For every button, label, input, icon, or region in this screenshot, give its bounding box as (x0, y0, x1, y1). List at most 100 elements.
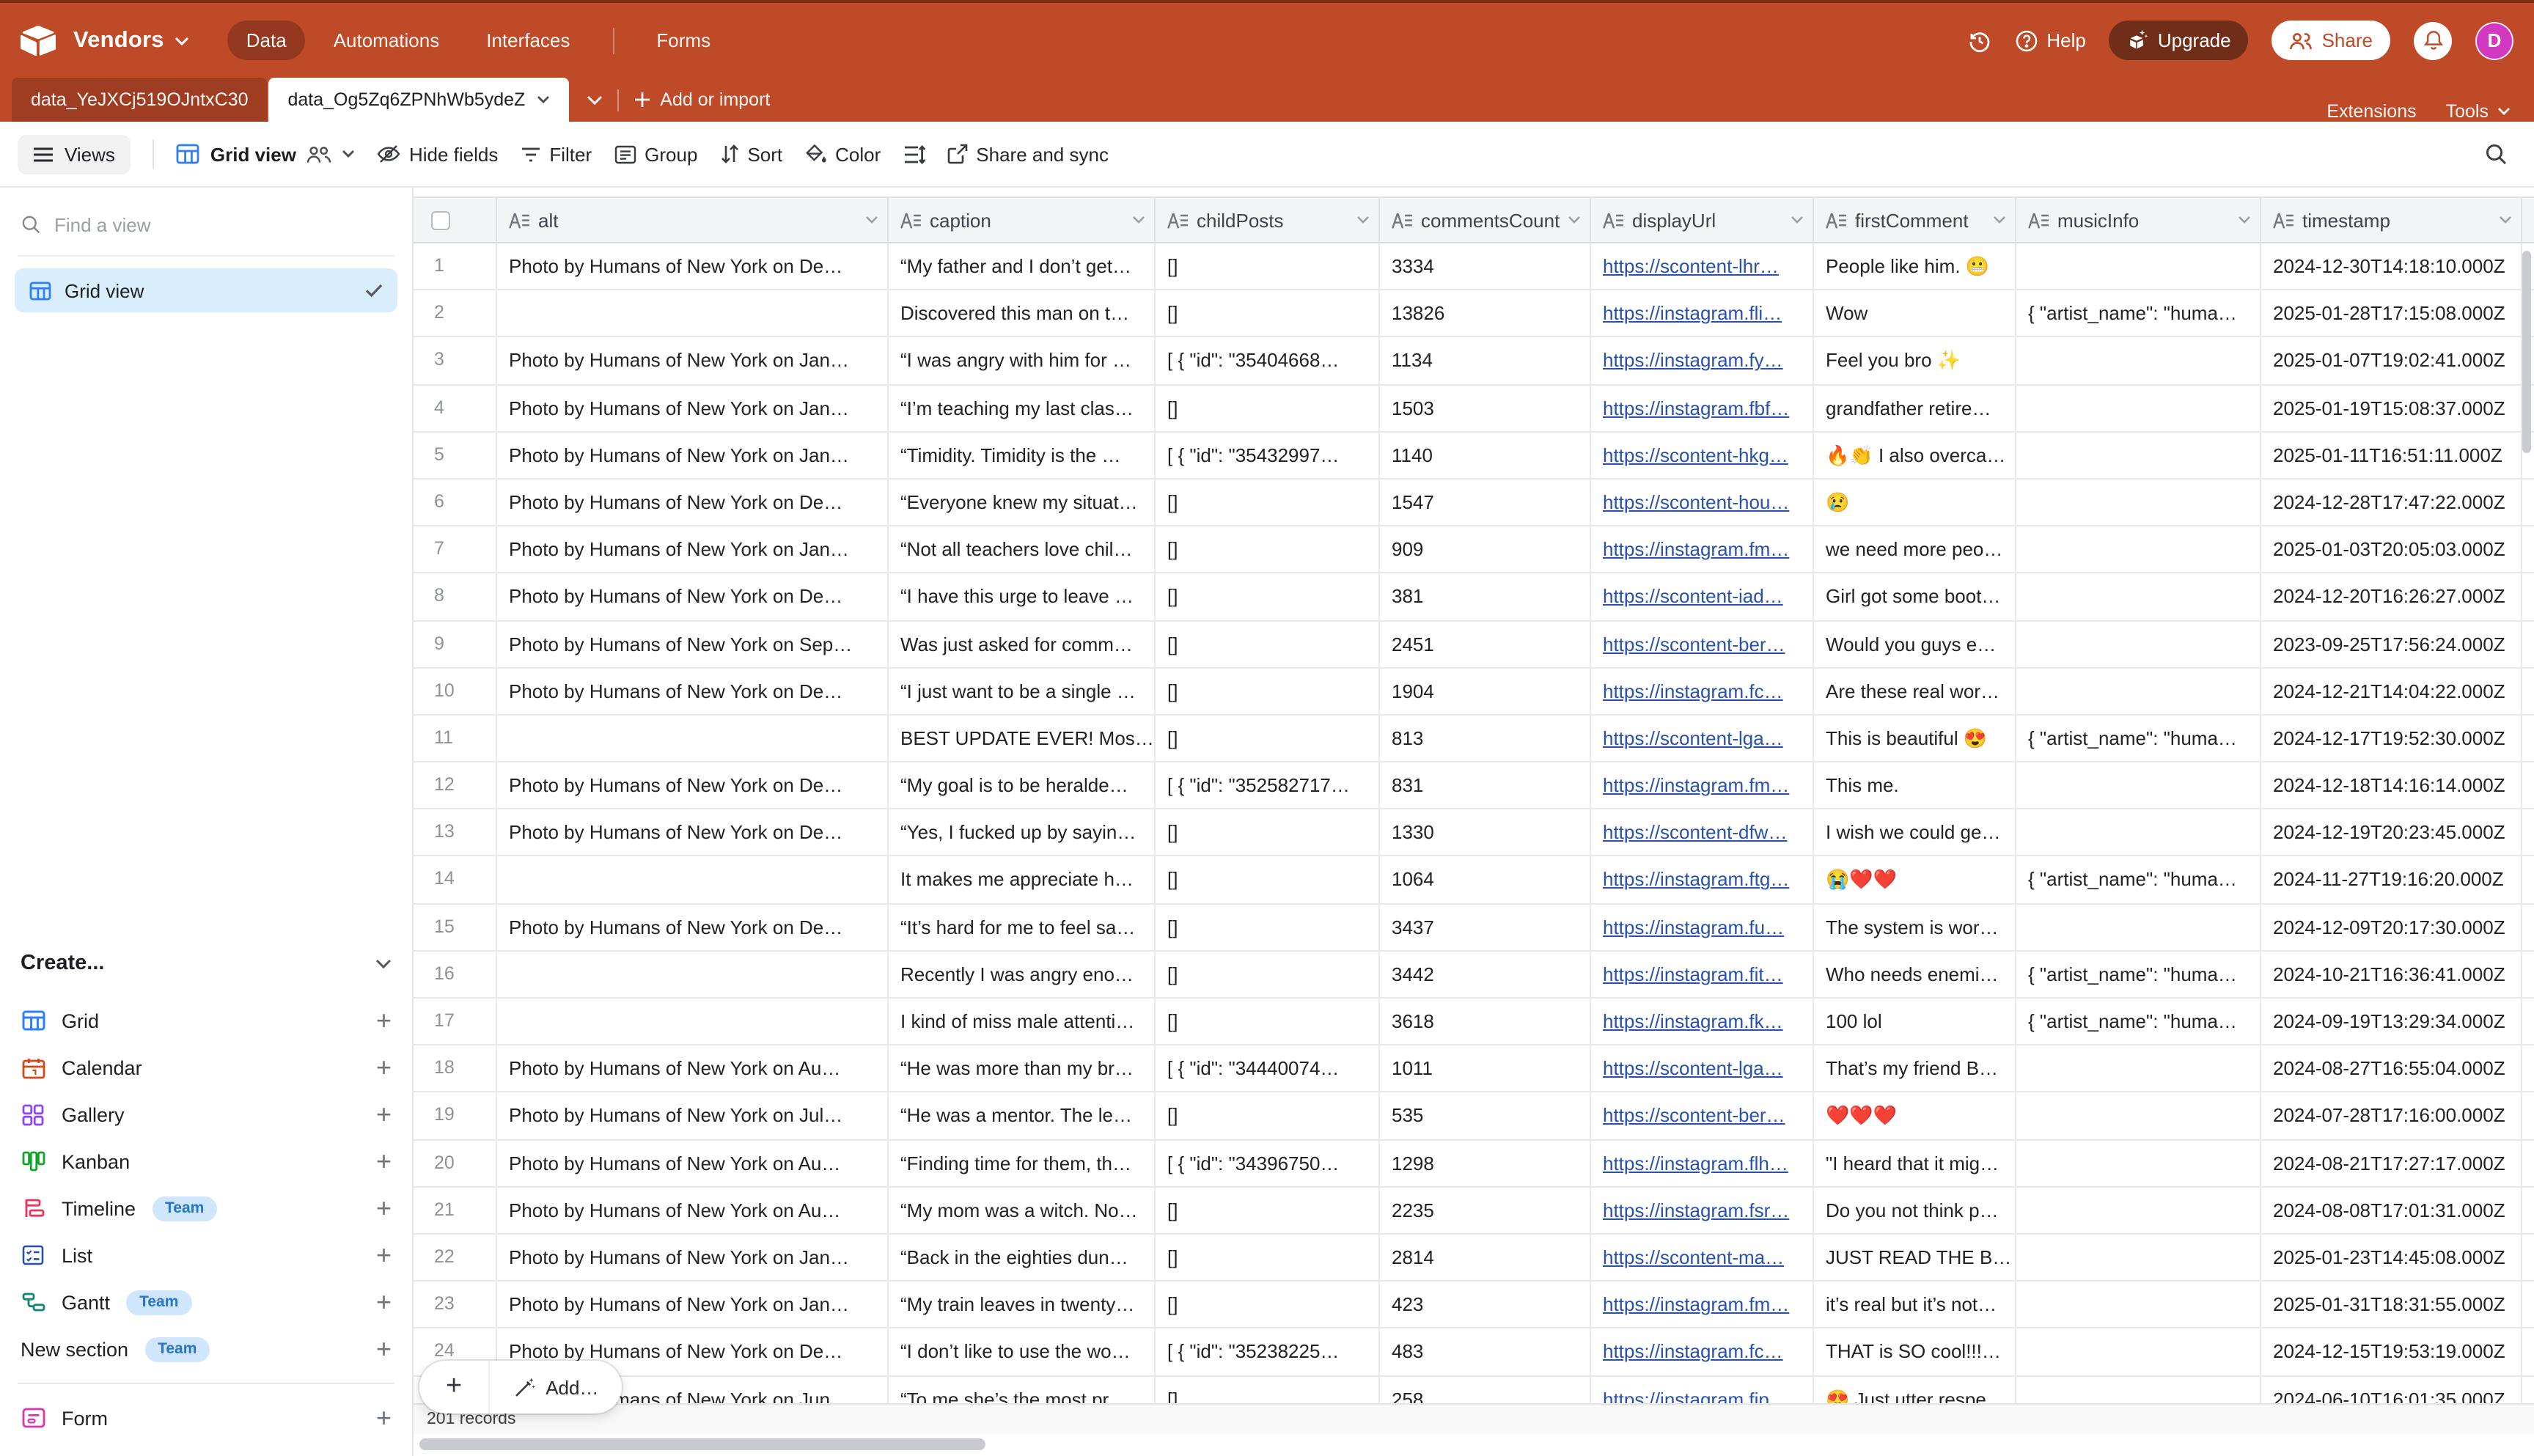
cell-childPosts[interactable]: [] (1156, 1188, 1380, 1233)
history-button[interactable] (1967, 29, 1991, 52)
horizontal-scrollbar[interactable] (419, 1438, 985, 1450)
url-link[interactable]: https://scontent-lga… (1603, 1057, 1783, 1079)
cell-timestamp[interactable]: 2024-10-21T16:36:41.000Z (2261, 952, 2522, 997)
add-record-button[interactable]: + (419, 1361, 490, 1413)
cell-caption[interactable]: “He was more than my br… (889, 1045, 1156, 1091)
cell-childPosts[interactable]: [] (1156, 290, 1380, 336)
cell-firstComment[interactable]: People like him. 😬 (1814, 243, 2016, 289)
url-link[interactable]: https://scontent-hkg… (1603, 444, 1788, 466)
cell-timestamp[interactable]: 2024-12-19T20:23:45.000Z (2261, 810, 2522, 856)
cell-timestamp[interactable]: 2024-12-17T19:52:30.000Z (2261, 716, 2522, 761)
cell-musicInfo[interactable]: { "artist_name": "huma… (2016, 857, 2261, 902)
cell-childPosts[interactable]: [] (1156, 810, 1380, 856)
create-item-gantt[interactable]: GanttTeam+ (0, 1279, 412, 1326)
cell-alt[interactable]: Photo by Humans of New York on Jan… (497, 433, 889, 478)
plus-icon[interactable]: + (376, 1336, 392, 1362)
cell-timestamp[interactable]: 2025-01-19T15:08:37.000Z (2261, 385, 2522, 430)
cell-caption[interactable]: “Back in the eighties dun… (889, 1235, 1156, 1280)
cell-firstComment[interactable]: Wow (1814, 290, 2016, 336)
cell-displayUrl[interactable]: https://instagram.fy… (1591, 338, 1814, 383)
cell-childPosts[interactable]: [] (1156, 526, 1380, 572)
cell-musicInfo[interactable] (2016, 1093, 2261, 1139)
cell-displayUrl[interactable]: https://scontent-lhr… (1591, 243, 1814, 289)
cell-musicInfo[interactable] (2016, 1188, 2261, 1233)
cell-firstComment[interactable]: Would you guys e… (1814, 621, 2016, 666)
cell-timestamp[interactable]: 2024-12-20T16:26:27.000Z (2261, 574, 2522, 619)
cell-commentsCount[interactable]: 1011 (1380, 1045, 1591, 1091)
cell-caption[interactable]: “To me she’s the most pr… (889, 1376, 1156, 1403)
cell-firstComment[interactable]: Do you not think p… (1814, 1188, 2016, 1233)
cell-caption[interactable]: BEST UPDATE EVER! Mos… (889, 716, 1156, 761)
cell-firstComment[interactable]: That’s my friend B… (1814, 1045, 2016, 1091)
cell-firstComment[interactable]: This me. (1814, 762, 2016, 808)
url-link[interactable]: https://scontent-lhr… (1603, 255, 1779, 277)
cell-timestamp[interactable]: 2025-01-31T18:31:55.000Z (2261, 1282, 2522, 1327)
cell-musicInfo[interactable] (2016, 433, 2261, 478)
hide-fields-button[interactable]: Hide fields (377, 143, 498, 165)
cell-commentsCount[interactable]: 1140 (1380, 433, 1591, 478)
cell-firstComment[interactable]: 😢 (1814, 479, 2016, 525)
cell-timestamp[interactable]: 2024-12-18T14:16:14.000Z (2261, 762, 2522, 808)
plus-icon[interactable]: + (376, 1007, 392, 1034)
cell-caption[interactable]: “He was a mentor. The le… (889, 1093, 1156, 1139)
url-link[interactable]: https://instagram.fjp… (1603, 1388, 1788, 1403)
cell-timestamp[interactable]: 2025-01-07T19:02:41.000Z (2261, 338, 2522, 383)
cell-caption[interactable]: “My goal is to be heralde… (889, 762, 1156, 808)
cell-alt[interactable]: Photo by Humans of New York on Jan… (497, 338, 889, 383)
cell-childPosts[interactable]: [] (1156, 952, 1380, 997)
cell-caption[interactable]: Recently I was angry eno… (889, 952, 1156, 997)
view-switcher[interactable]: Grid view (177, 143, 355, 165)
search-button[interactable] (2484, 142, 2508, 166)
url-link[interactable]: https://instagram.fk… (1603, 1010, 1783, 1032)
cell-displayUrl[interactable]: https://scontent-dfw… (1591, 810, 1814, 856)
cell-firstComment[interactable]: 100 lol (1814, 999, 2016, 1044)
cell-commentsCount[interactable]: 3618 (1380, 999, 1591, 1044)
cell-musicInfo[interactable] (2016, 1329, 2261, 1375)
cell-musicInfo[interactable] (2016, 1045, 2261, 1091)
cell-displayUrl[interactable]: https://scontent-lga… (1591, 716, 1814, 761)
nav-tab-forms[interactable]: Forms (637, 21, 730, 60)
cell-alt[interactable]: Photo by Humans of New York on De… (497, 243, 889, 289)
cell-alt[interactable]: Photo by Humans of New York on De… (497, 904, 889, 949)
cell-displayUrl[interactable]: https://instagram.fsr… (1591, 1188, 1814, 1233)
cell-alt[interactable]: Photo by Humans of New York on De… (497, 479, 889, 525)
cell-caption[interactable]: Was just asked for comm… (889, 621, 1156, 666)
create-item-grid[interactable]: Grid+ (0, 997, 412, 1044)
url-link[interactable]: https://scontent-hou… (1603, 491, 1789, 513)
cell-musicInfo[interactable]: { "artist_name": "huma… (2016, 716, 2261, 761)
cell-musicInfo[interactable] (2016, 574, 2261, 619)
cell-firstComment[interactable]: Feel you bro ✨ (1814, 338, 2016, 383)
cell-firstComment[interactable]: The system is wor… (1814, 904, 2016, 949)
cell-musicInfo[interactable] (2016, 810, 2261, 856)
column-header-musicInfo[interactable]: musicInfo (2016, 198, 2261, 242)
cell-commentsCount[interactable]: 3437 (1380, 904, 1591, 949)
cell-displayUrl[interactable]: https://instagram.fjp… (1591, 1376, 1814, 1403)
cell-firstComment[interactable]: This is beautiful 😍 (1814, 716, 2016, 761)
row-height-button[interactable] (903, 144, 925, 163)
cell-timestamp[interactable]: 2024-07-28T17:16:00.000Z (2261, 1093, 2522, 1139)
url-link[interactable]: https://instagram.fsr… (1603, 1199, 1789, 1221)
cell-commentsCount[interactable]: 1904 (1380, 668, 1591, 713)
cell-firstComment[interactable]: THAT is SO cool!!!… (1814, 1329, 2016, 1375)
cell-musicInfo[interactable]: { "artist_name": "huma… (2016, 999, 2261, 1044)
avatar[interactable]: D (2475, 21, 2513, 59)
cell-firstComment[interactable]: I wish we could ge… (1814, 810, 2016, 856)
create-item-calendar[interactable]: Calendar+ (0, 1044, 412, 1091)
cell-caption[interactable]: “Not all teachers love chil… (889, 526, 1156, 572)
cell-alt[interactable] (497, 716, 889, 761)
cell-alt[interactable] (497, 290, 889, 336)
cell-alt[interactable]: Photo by Humans of New York on De… (497, 810, 889, 856)
plus-icon[interactable]: + (376, 1054, 392, 1081)
cell-displayUrl[interactable]: https://instagram.fli… (1591, 290, 1814, 336)
url-link[interactable]: https://instagram.fm… (1603, 1293, 1789, 1315)
create-item-kanban[interactable]: Kanban+ (0, 1138, 412, 1185)
cell-alt[interactable]: Photo by Humans of New York on Au… (497, 1140, 889, 1185)
url-link[interactable]: https://instagram.ftg… (1603, 869, 1789, 891)
cell-musicInfo[interactable] (2016, 385, 2261, 430)
cell-alt[interactable] (497, 999, 889, 1044)
cell-commentsCount[interactable]: 1330 (1380, 810, 1591, 856)
cell-timestamp[interactable]: 2024-08-27T16:55:04.000Z (2261, 1045, 2522, 1091)
table-tab-active[interactable]: data_Og5Zq6ZPNhWb5ydeZ (269, 78, 570, 122)
cell-childPosts[interactable]: [] (1156, 243, 1380, 289)
cell-timestamp[interactable]: 2024-12-15T19:53:19.000Z (2261, 1329, 2522, 1375)
